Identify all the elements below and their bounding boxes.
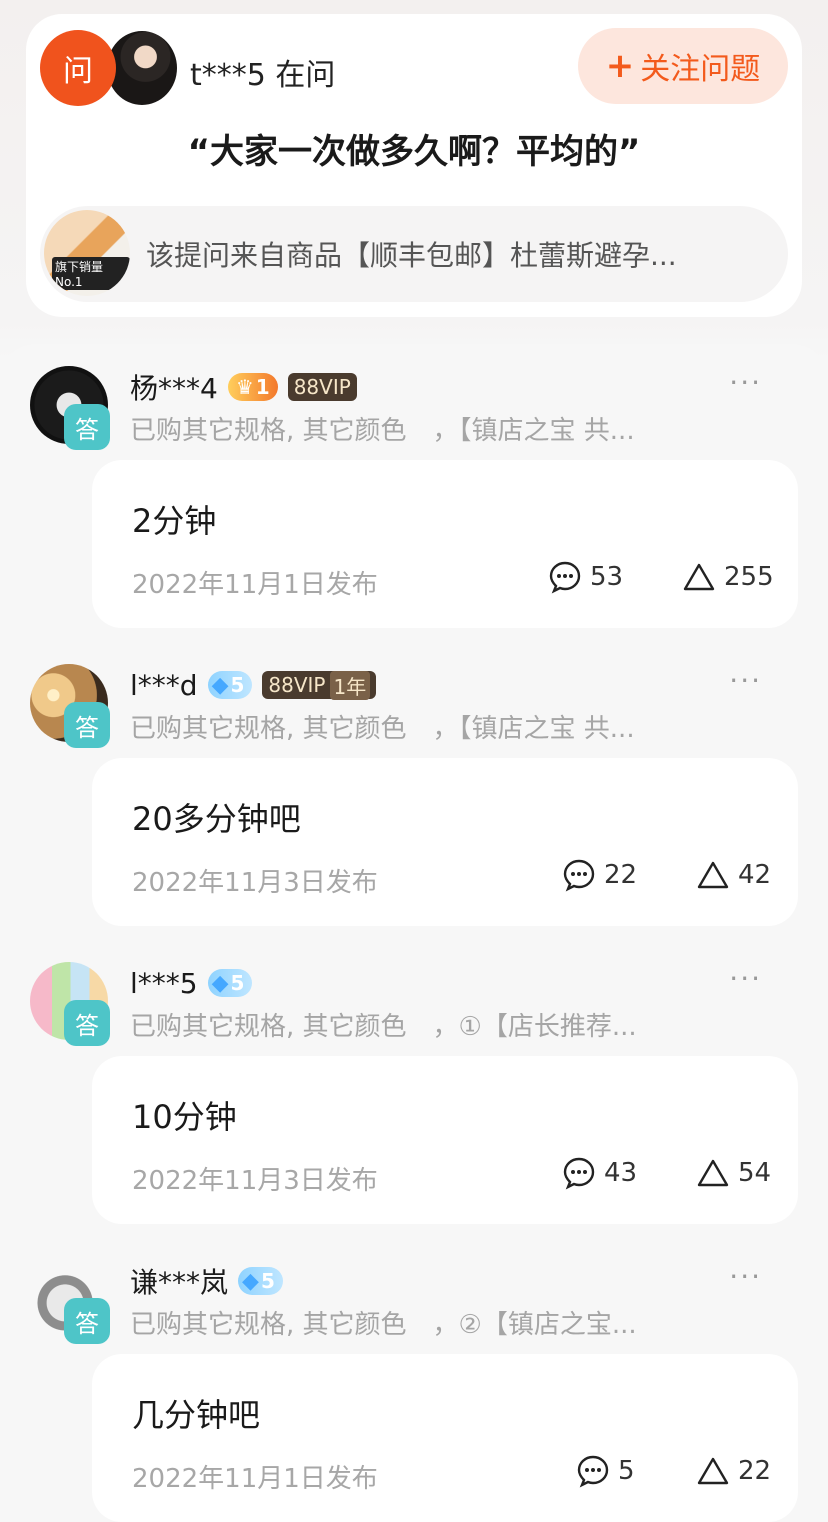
ask-badge: 问 xyxy=(40,30,116,106)
answer-card: 20多分钟吧 2022年11月3日发布 22 42 xyxy=(92,758,798,926)
like-icon xyxy=(697,1159,729,1187)
comment-button[interactable]: 53 xyxy=(548,560,623,594)
answer-date: 2022年11月1日发布 xyxy=(132,1464,378,1494)
asker-name: t***5 在问 xyxy=(190,58,336,93)
product-source-text: 该提问来自商品【顺丰包邮】杜蕾斯避孕... xyxy=(146,239,677,272)
answer-badge: 答 xyxy=(64,702,110,748)
purchase-spec: 已购其它规格, 其它颜色 ，【镇店之宝 共... xyxy=(130,714,635,744)
answer-text: 2分钟 xyxy=(132,502,217,540)
like-icon xyxy=(683,563,715,591)
comment-button[interactable]: 22 xyxy=(562,858,637,892)
purchase-spec: 已购其它规格, 其它颜色 ，②【镇店之宝... xyxy=(130,1310,637,1340)
like-count: 42 xyxy=(738,860,772,890)
purchase-spec: 已购其它规格, 其它颜色 ，【镇店之宝 共... xyxy=(130,416,635,446)
plus-icon: + xyxy=(605,46,635,86)
answerer-name-row: l***d ◆ 5 88VIP 1年 xyxy=(130,666,377,704)
answerer-name: l***5 xyxy=(130,966,198,1000)
comment-icon xyxy=(577,1455,609,1488)
vip-years: 1年 xyxy=(329,670,371,700)
level-number: 5 xyxy=(230,673,245,697)
answerer-name: l***d xyxy=(130,668,198,702)
comment-icon xyxy=(563,1157,595,1190)
follow-label: 关注问题 xyxy=(640,52,761,87)
source-product-link[interactable]: 旗下销量No.1 该提问来自商品【顺丰包邮】杜蕾斯避孕... xyxy=(40,206,788,302)
vip-badge: 88VIP 1年 xyxy=(262,670,377,700)
answerer-name-row: 谦***岚 ◆ 5 xyxy=(130,1262,283,1300)
comment-icon xyxy=(563,859,595,892)
diamond-icon: ◆ xyxy=(211,970,229,996)
like-button[interactable]: 255 xyxy=(682,560,774,594)
question-card: 问 t***5 在问 + 关注问题 “大家一次做多久啊？平均的” 旗下销量No.… xyxy=(26,14,802,317)
comment-count: 22 xyxy=(604,860,638,890)
level-number: 5 xyxy=(230,971,245,995)
purchase-spec: 已购其它规格, 其它颜色 ，①【店长推荐... xyxy=(130,1012,637,1042)
answer-card: 几分钟吧 2022年11月1日发布 5 22 xyxy=(92,1354,798,1522)
like-count: 54 xyxy=(738,1158,772,1188)
answerer-name-row: 杨***4 ♛ 1 88VIP xyxy=(130,368,357,406)
answerer-name: 谦***岚 xyxy=(130,1266,229,1299)
comment-count: 43 xyxy=(604,1158,638,1188)
question-text: “大家一次做多久啊？平均的” xyxy=(187,132,641,172)
diamond-icon: ◆ xyxy=(242,1268,259,1294)
like-icon xyxy=(697,861,729,889)
level-badge: ◆ 5 xyxy=(238,1267,283,1295)
answerer-name: 杨***4 xyxy=(130,372,218,405)
level-number: 1 xyxy=(255,375,270,399)
answer-date: 2022年11月1日发布 xyxy=(132,570,378,600)
more-options-button[interactable]: ··· xyxy=(729,962,762,995)
diamond-icon: ◆ xyxy=(211,672,229,698)
product-thumb-label: 旗下销量No.1 xyxy=(52,257,130,290)
answer-badge: 答 xyxy=(64,1298,110,1344)
answer-badge: 答 xyxy=(64,1000,110,1046)
level-badge: ◆ 5 xyxy=(207,969,253,997)
answerer-name-row: l***5 ◆ 5 xyxy=(130,964,253,1002)
answer-date: 2022年11月3日发布 xyxy=(132,1166,378,1196)
comment-count: 5 xyxy=(618,1456,635,1486)
answer-text: 几分钟吧 xyxy=(132,1396,261,1434)
vip-label: 88VIP xyxy=(268,673,326,697)
answer-badge: 答 xyxy=(64,404,110,450)
crown-icon: ♛ xyxy=(235,375,254,399)
answer-date: 2022年11月3日发布 xyxy=(132,868,378,898)
answers-list: 答 杨***4 ♛ 1 88VIP ··· 已购其它规格, 其它颜色 ，【镇店之… xyxy=(0,344,828,1522)
like-icon xyxy=(697,1457,729,1485)
more-options-button[interactable]: ··· xyxy=(729,1260,762,1293)
like-count: 255 xyxy=(724,562,774,592)
comment-button[interactable]: 43 xyxy=(562,1156,637,1190)
more-options-button[interactable]: ··· xyxy=(729,664,762,697)
comment-icon xyxy=(549,561,581,594)
product-thumbnail: 旗下销量No.1 xyxy=(44,210,130,296)
level-number: 5 xyxy=(260,1269,275,1293)
vip-badge: 88VIP xyxy=(287,373,357,401)
answer-card: 2分钟 2022年11月1日发布 53 255 xyxy=(92,460,798,628)
answer-text: 10分钟 xyxy=(132,1098,237,1136)
comment-count: 53 xyxy=(590,562,624,592)
answer-card: 10分钟 2022年11月3日发布 43 54 xyxy=(92,1056,798,1224)
follow-question-button[interactable]: + 关注问题 xyxy=(578,28,788,104)
more-options-button[interactable]: ··· xyxy=(729,366,762,399)
level-badge: ◆ 5 xyxy=(207,671,253,699)
like-button[interactable]: 22 xyxy=(696,1454,771,1488)
comment-button[interactable]: 5 xyxy=(576,1454,635,1488)
level-badge: ♛ 1 xyxy=(227,373,278,401)
like-count: 22 xyxy=(738,1456,772,1486)
like-button[interactable]: 54 xyxy=(696,1156,771,1190)
like-button[interactable]: 42 xyxy=(696,858,771,892)
answer-text: 20多分钟吧 xyxy=(132,800,301,838)
